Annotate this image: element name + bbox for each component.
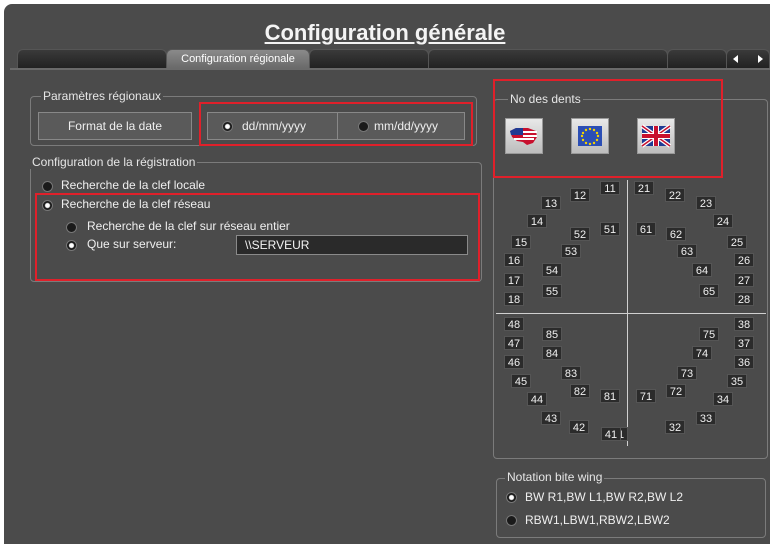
- tooth-23[interactable]: 23: [696, 196, 716, 210]
- window: Configuration générale Configuration rég…: [0, 0, 770, 544]
- tooth-73[interactable]: 73: [677, 366, 697, 380]
- tooth-55[interactable]: 55: [542, 284, 562, 298]
- tooth-18[interactable]: 18: [504, 292, 524, 306]
- tooth-63[interactable]: 63: [677, 244, 697, 258]
- chart-horizontal-axis: [496, 313, 766, 314]
- tooth-24[interactable]: 24: [713, 214, 733, 228]
- tooth-14[interactable]: 14: [527, 214, 547, 228]
- tooth-34[interactable]: 34: [713, 392, 733, 406]
- bitewing-group-label: Notation bite wing: [505, 470, 605, 484]
- bitewing-option-1-label[interactable]: BW R1,BW L1,BW R2,BW L2: [525, 490, 683, 504]
- tooth-35[interactable]: 35: [727, 374, 747, 388]
- whole-network-label[interactable]: Recherche de la clef sur réseau entier: [87, 219, 290, 233]
- registration-group-label: Configuration de la régistration: [30, 155, 198, 169]
- eu-flag-icon[interactable]: [571, 118, 609, 154]
- tooth-61[interactable]: 61: [636, 222, 656, 236]
- tooth-51[interactable]: 51: [600, 222, 620, 236]
- uk-flag-icon[interactable]: [637, 118, 675, 154]
- tooth-71[interactable]: 71: [636, 389, 656, 403]
- radio-whole-network[interactable]: [66, 222, 77, 233]
- tooth-74[interactable]: 74: [692, 346, 712, 360]
- bitewing-group: [496, 478, 766, 538]
- us-flag-icon[interactable]: [505, 118, 543, 154]
- tooth-75[interactable]: 75: [699, 327, 719, 341]
- radio-rbw1[interactable]: [506, 515, 517, 526]
- tooth-54[interactable]: 54: [542, 263, 562, 277]
- tooth-17[interactable]: 17: [504, 273, 524, 287]
- tab-3[interactable]: [309, 49, 429, 69]
- tooth-83[interactable]: 83: [561, 366, 581, 380]
- tooth-33[interactable]: 33: [696, 411, 716, 425]
- tooth-27[interactable]: 27: [734, 273, 754, 287]
- tooth-72[interactable]: 72: [666, 384, 686, 398]
- date-option-mmddyyyy[interactable]: mm/dd/yyyy: [337, 112, 465, 140]
- radio-server-only[interactable]: [66, 240, 77, 251]
- scroll-right-icon[interactable]: [757, 55, 763, 63]
- tooth-36[interactable]: 36: [734, 355, 754, 369]
- tooth-52[interactable]: 52: [570, 227, 590, 241]
- tab-4[interactable]: [428, 49, 668, 69]
- tooth-62[interactable]: 62: [666, 227, 686, 241]
- tab-1[interactable]: [17, 49, 167, 69]
- scroll-left-icon[interactable]: [733, 55, 739, 63]
- tooth-85[interactable]: 85: [542, 327, 562, 341]
- tooth-64[interactable]: 64: [692, 263, 712, 277]
- tooth-25[interactable]: 25: [727, 235, 747, 249]
- tooth-42[interactable]: 42: [569, 420, 589, 434]
- tooth-38[interactable]: 38: [734, 317, 754, 331]
- tab-configuration-regionale[interactable]: Configuration régionale: [166, 49, 310, 69]
- bitewing-option-2-label[interactable]: RBW1,LBW1,RBW2,LBW2: [525, 513, 670, 527]
- date-option-ddmmyyyy[interactable]: dd/mm/yyyy: [207, 112, 340, 140]
- tooth-44[interactable]: 44: [527, 392, 547, 406]
- tooth-46[interactable]: 46: [504, 355, 524, 369]
- radio-local-key[interactable]: [42, 181, 53, 192]
- tooth-82[interactable]: 82: [570, 384, 590, 398]
- tab-scroll[interactable]: [726, 49, 770, 69]
- tooth-26[interactable]: 26: [734, 253, 754, 267]
- page-title: Configuration générale: [264, 20, 506, 45]
- tooth-12[interactable]: 12: [570, 188, 590, 202]
- date-option-ddmmyyyy-label: dd/mm/yyyy: [242, 119, 307, 133]
- radio-network-key[interactable]: [42, 200, 53, 211]
- tooth-13[interactable]: 13: [541, 196, 561, 210]
- server-only-label[interactable]: Que sur serveur:: [87, 237, 176, 251]
- tooth-16[interactable]: 16: [504, 253, 524, 267]
- server-input[interactable]: \\SERVEUR: [236, 235, 468, 255]
- tooth-45[interactable]: 45: [511, 374, 531, 388]
- date-format-label: Format de la date: [38, 112, 192, 140]
- tooth-48[interactable]: 48: [504, 317, 524, 331]
- tab-5[interactable]: [667, 49, 727, 69]
- tooth-32[interactable]: 32: [665, 420, 685, 434]
- radio-ddmmyyyy[interactable]: [222, 121, 233, 132]
- tooth-84[interactable]: 84: [542, 346, 562, 360]
- tooth-53[interactable]: 53: [561, 244, 581, 258]
- radio-bw-r1[interactable]: [506, 492, 517, 503]
- local-key-label[interactable]: Recherche de la clef locale: [61, 178, 205, 192]
- regional-group-label: Paramètres régionaux: [41, 89, 164, 103]
- tab-underline: [10, 68, 770, 70]
- network-key-label[interactable]: Recherche de la clef réseau: [61, 197, 210, 211]
- tooth-21[interactable]: 21: [634, 181, 654, 195]
- tooth-47[interactable]: 47: [504, 336, 524, 350]
- tooth-41[interactable]: 41: [601, 427, 621, 441]
- date-option-mmddyyyy-label: mm/dd/yyyy: [374, 119, 439, 133]
- tooth-37[interactable]: 37: [734, 336, 754, 350]
- tooth-15[interactable]: 15: [511, 235, 531, 249]
- tooth-81[interactable]: 81: [600, 389, 620, 403]
- tooth-22[interactable]: 22: [665, 188, 685, 202]
- tooth-43[interactable]: 43: [541, 411, 561, 425]
- tooth-28[interactable]: 28: [734, 292, 754, 306]
- tooth-11[interactable]: 11: [600, 181, 620, 195]
- tooth-65[interactable]: 65: [699, 284, 719, 298]
- teeth-group-label: No des dents: [508, 92, 583, 106]
- radio-mmddyyyy[interactable]: [358, 121, 369, 132]
